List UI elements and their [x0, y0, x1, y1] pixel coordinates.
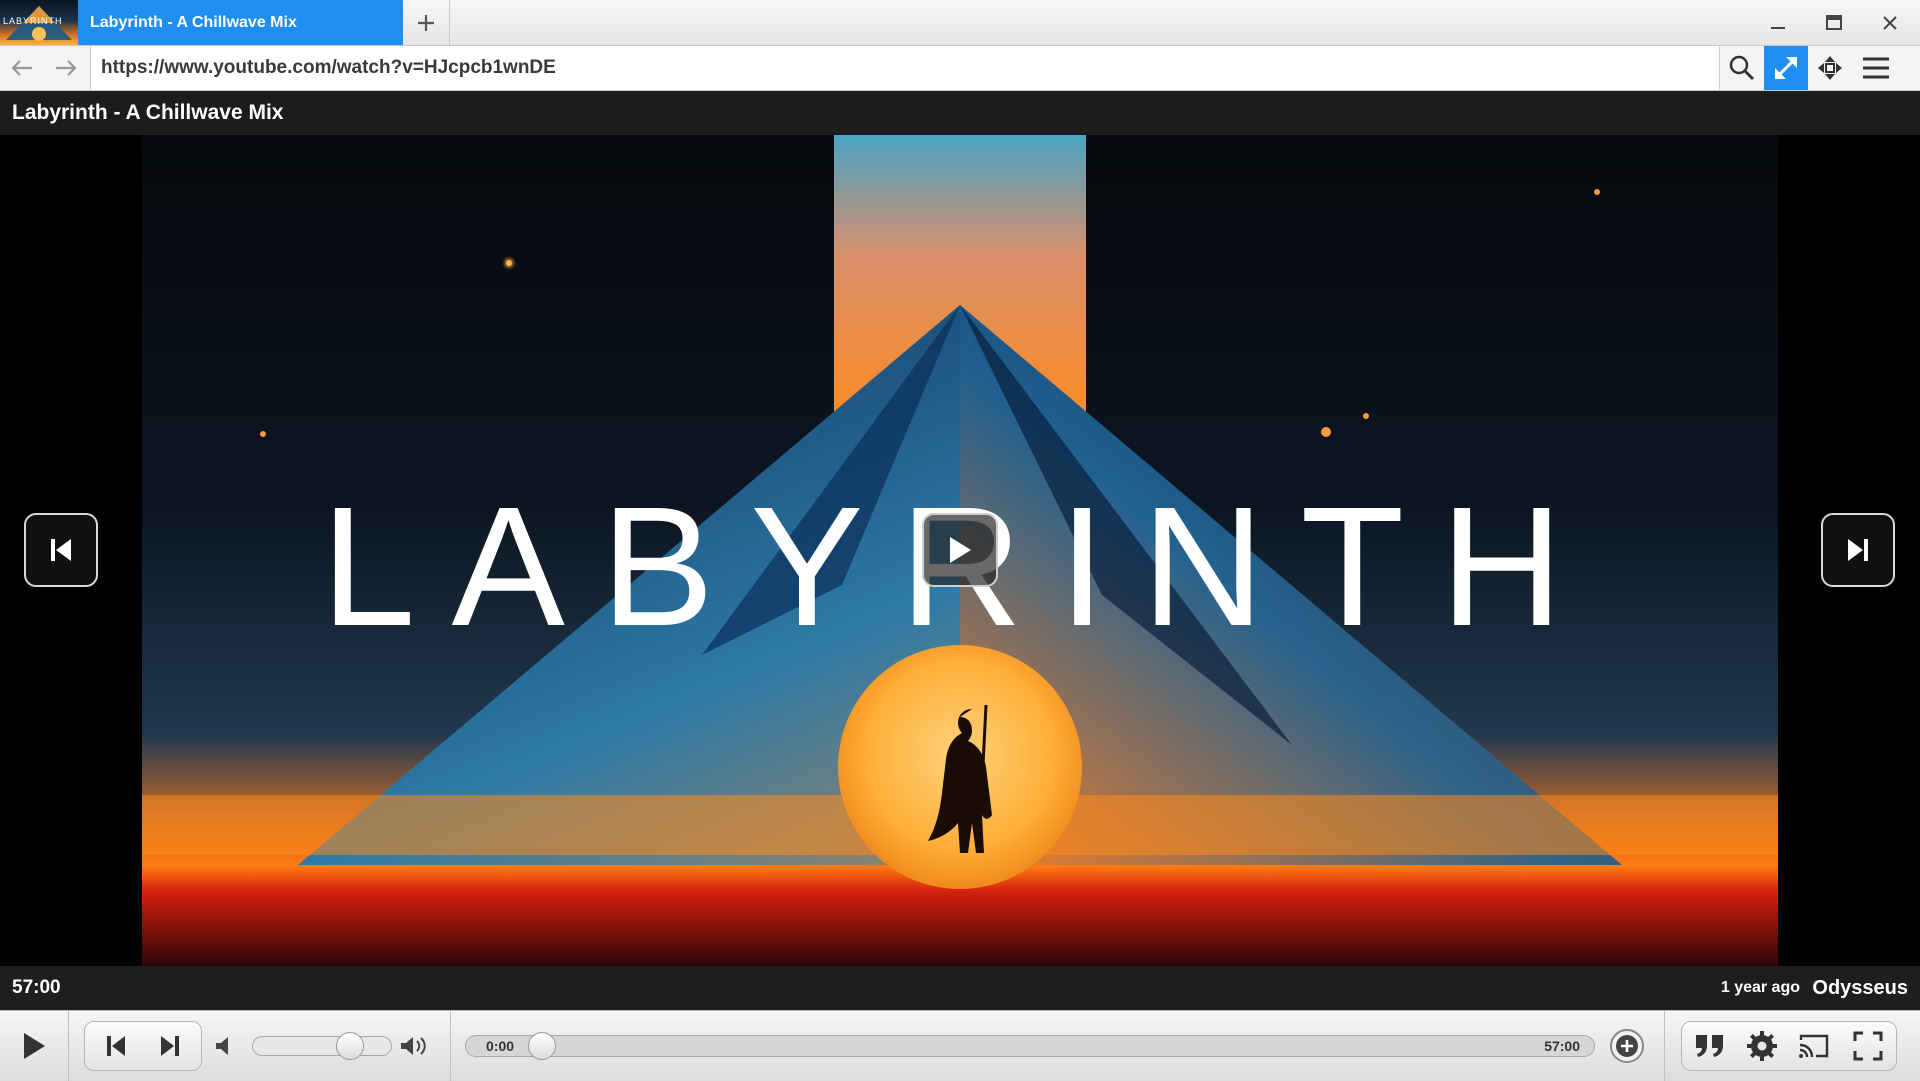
play-button[interactable] — [14, 1030, 54, 1062]
cast-icon — [1799, 1034, 1829, 1058]
play-section — [0, 1011, 69, 1081]
minimize-button[interactable] — [1750, 0, 1806, 45]
tab-title: Labyrinth - A Chillwave Mix — [90, 13, 297, 31]
volume-slider[interactable] — [252, 1032, 392, 1060]
tab-bar: LABYRINTH Labyrinth - A Chillwave Mix — [0, 0, 1920, 46]
tab-active[interactable]: LABYRINTH Labyrinth - A Chillwave Mix — [0, 0, 403, 45]
expand-arrows-icon — [1774, 56, 1798, 80]
channel-name[interactable]: Odysseus — [1812, 966, 1908, 1010]
arrow-right-icon — [56, 60, 77, 76]
skip-next-icon — [1848, 539, 1868, 561]
volume-max-button[interactable] — [398, 1032, 432, 1060]
maximize-button[interactable] — [1806, 0, 1862, 45]
seek-bar-handle[interactable] — [528, 1032, 556, 1060]
move-button[interactable] — [1808, 46, 1852, 90]
add-to-queue-button[interactable] — [1608, 1027, 1646, 1065]
search-button[interactable] — [1720, 46, 1764, 90]
skip-next-icon — [161, 1036, 179, 1056]
next-button[interactable] — [150, 1030, 190, 1062]
maximize-icon — [1826, 14, 1842, 30]
settings-button[interactable] — [1742, 1030, 1782, 1062]
video-duration: 57:00 — [12, 977, 61, 998]
previous-video-button[interactable] — [24, 513, 98, 587]
center-play-button[interactable] — [922, 513, 998, 587]
plus-icon — [418, 14, 434, 31]
expand-button[interactable] — [1764, 46, 1808, 90]
skip-previous-icon — [51, 539, 71, 561]
close-icon — [1883, 15, 1897, 30]
captions-button[interactable] — [1690, 1030, 1730, 1062]
current-time: 0:00 — [486, 1038, 515, 1054]
volume-slider-handle[interactable] — [335, 1032, 364, 1060]
forward-button[interactable] — [44, 46, 88, 90]
tab-thumb-text: LABYRINTH — [3, 16, 63, 26]
plus-circle-icon — [1610, 1029, 1644, 1063]
upload-date: 1 year ago — [1720, 979, 1800, 996]
previous-button[interactable] — [96, 1030, 136, 1062]
play-icon — [950, 537, 971, 563]
video-player[interactable]: Labyrinth - A Chillwave Mix 57:00 1 year… — [0, 91, 1920, 1010]
volume-high-icon — [401, 1037, 426, 1055]
back-button[interactable] — [0, 46, 44, 90]
video-info-bar: 57:00 1 year ago Odysseus — [0, 966, 1920, 1010]
minimize-icon — [1771, 26, 1785, 29]
next-video-button[interactable] — [1821, 513, 1895, 587]
total-time: 57:00 — [1544, 1038, 1580, 1054]
gear-icon — [1747, 1031, 1777, 1061]
volume-low-icon — [216, 1037, 228, 1055]
play-icon — [24, 1033, 45, 1059]
nav-volume-section — [68, 1011, 451, 1081]
player-controls: 0:00 57:00 — [0, 1010, 1920, 1081]
tab-favicon-thumbnail: LABYRINTH — [0, 0, 78, 45]
new-tab-button[interactable] — [403, 0, 450, 45]
fullscreen-icon — [1853, 1031, 1883, 1061]
arrow-left-icon — [11, 60, 32, 76]
move-arrows-icon — [1818, 56, 1842, 80]
cast-button[interactable] — [1794, 1030, 1834, 1062]
video-title: Labyrinth - A Chillwave Mix — [12, 101, 284, 124]
fullscreen-button[interactable] — [1848, 1030, 1888, 1062]
mute-button[interactable] — [210, 1032, 238, 1060]
seek-section: 0:00 57:00 — [450, 1011, 1665, 1081]
video-title-bar: Labyrinth - A Chillwave Mix — [0, 91, 1920, 135]
address-bar: https://www.youtube.com/watch?v=HJcpcb1w… — [0, 46, 1920, 91]
skip-previous-icon — [107, 1036, 125, 1056]
hamburger-menu-icon — [1863, 57, 1889, 79]
url-input[interactable]: https://www.youtube.com/watch?v=HJcpcb1w… — [90, 46, 1720, 90]
close-button[interactable] — [1862, 0, 1918, 45]
seek-bar[interactable]: 0:00 57:00 — [465, 1032, 1595, 1060]
quote-icon — [1696, 1035, 1723, 1057]
menu-button[interactable] — [1854, 46, 1898, 90]
search-icon — [1729, 55, 1755, 81]
